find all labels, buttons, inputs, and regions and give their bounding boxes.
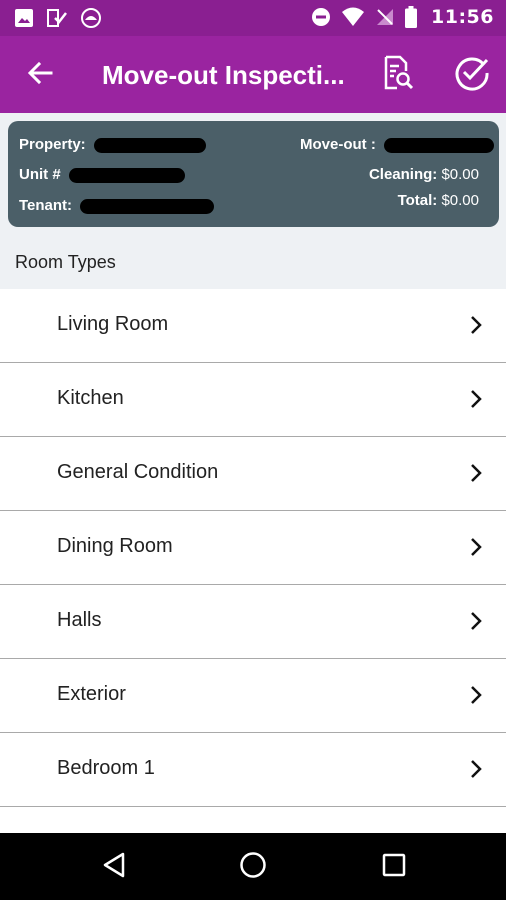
- chevron-right-icon: [470, 685, 482, 710]
- unit-row: Unit #: [19, 166, 185, 183]
- do-not-disturb-icon: [311, 7, 331, 27]
- room-types-list: Living Room Kitchen General Condition Di…: [0, 289, 506, 881]
- redacted-unit-value: [68, 167, 185, 183]
- chevron-right-icon: [470, 463, 482, 488]
- cleaning-label: Cleaning:: [368, 166, 438, 183]
- chevron-right-icon: [470, 315, 482, 340]
- app-icon: [80, 7, 102, 29]
- room-item-bedroom-1[interactable]: Bedroom 1: [0, 733, 506, 807]
- nav-back-button[interactable]: [94, 850, 134, 884]
- chevron-right-icon: [470, 759, 482, 784]
- moveout-row: Move-out :: [300, 136, 494, 153]
- battery-icon: [405, 6, 418, 28]
- property-label: Property:: [19, 136, 86, 153]
- room-item-living-room[interactable]: Living Room: [0, 289, 506, 363]
- clock: 11:56: [431, 6, 494, 28]
- no-signal-icon: [375, 7, 395, 27]
- triangle-back-icon: [101, 851, 127, 884]
- system-navigation-bar: [0, 833, 506, 900]
- room-label: Living Room: [57, 313, 169, 335]
- room-item-dining-room[interactable]: Dining Room: [0, 511, 506, 585]
- image-icon: [14, 8, 34, 28]
- room-item-halls[interactable]: Halls: [0, 585, 506, 659]
- arrow-left-icon: [27, 61, 53, 90]
- section-title: Room Types: [15, 252, 116, 272]
- inspection-summary-card: Property: Unit # Tenant: Move-out : Clea…: [8, 121, 499, 227]
- room-label: Kitchen: [57, 387, 124, 409]
- preview-report-button[interactable]: [378, 55, 418, 95]
- square-recents-icon: [381, 852, 407, 883]
- room-label: Halls: [57, 609, 102, 631]
- property-row: Property:: [19, 136, 206, 153]
- cleaning-row: Cleaning: $0.00: [369, 166, 479, 183]
- chevron-right-icon: [470, 389, 482, 414]
- room-item-general-condition[interactable]: General Condition: [0, 437, 506, 511]
- room-label: Bedroom 1: [57, 757, 155, 779]
- checklist-icon: [46, 8, 68, 28]
- back-button[interactable]: [18, 58, 62, 92]
- check-circle-icon: [454, 55, 490, 96]
- page-title: Move-out Inspecti...: [102, 60, 345, 90]
- document-search-icon: [381, 55, 415, 96]
- tenant-label: Tenant:: [19, 197, 73, 214]
- cleaning-value: $0.00: [441, 166, 479, 183]
- redacted-tenant-value: [80, 198, 215, 214]
- room-label: Exterior: [57, 683, 126, 705]
- moveout-label: Move-out :: [300, 136, 376, 153]
- circle-home-icon: [238, 850, 268, 885]
- total-value: $0.00: [441, 192, 479, 209]
- chevron-right-icon: [470, 611, 482, 636]
- app-toolbar: Move-out Inspecti...: [0, 36, 506, 113]
- room-label: General Condition: [57, 461, 219, 483]
- nav-recents-button[interactable]: [374, 850, 414, 884]
- unit-label: Unit #: [19, 166, 61, 183]
- nav-home-button[interactable]: [233, 850, 273, 884]
- total-row: Total: $0.00: [398, 192, 479, 209]
- redacted-property-value: [93, 137, 206, 153]
- room-label: Dining Room: [57, 535, 173, 557]
- status-bar: 11:56: [0, 0, 506, 36]
- total-label: Total:: [397, 192, 438, 209]
- tenant-row: Tenant:: [19, 197, 215, 214]
- chevron-right-icon: [470, 537, 482, 562]
- room-item-exterior[interactable]: Exterior: [0, 659, 506, 733]
- wifi-icon: [341, 7, 365, 27]
- room-item-kitchen[interactable]: Kitchen: [0, 363, 506, 437]
- submit-button[interactable]: [452, 55, 492, 95]
- redacted-moveout-value: [384, 137, 494, 153]
